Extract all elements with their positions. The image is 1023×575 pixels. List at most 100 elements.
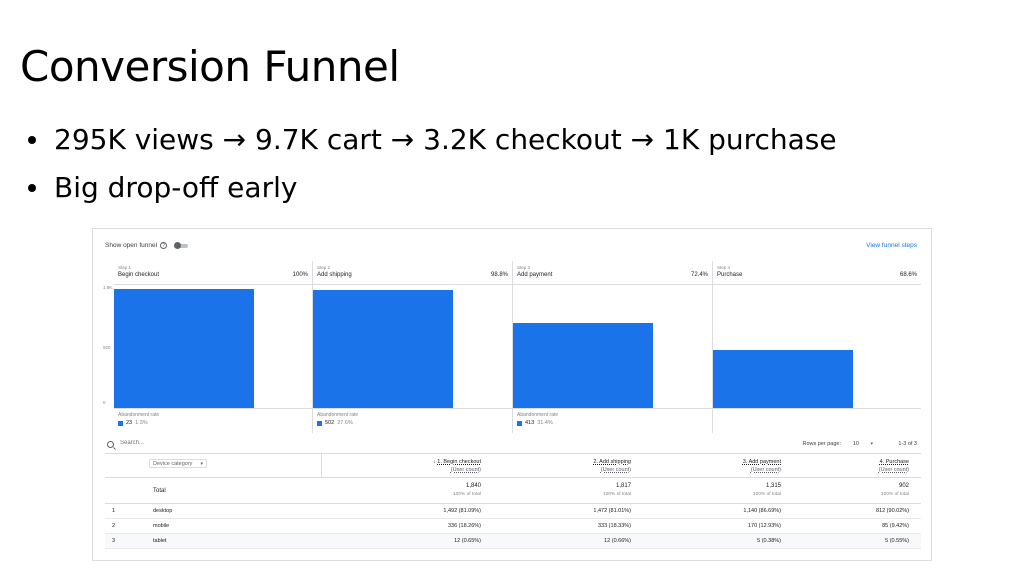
step-completion-rate: 100%	[292, 272, 308, 278]
dimension-select-label: Device category	[153, 461, 193, 467]
row-dimension: desktop	[153, 508, 173, 514]
total-value: 902	[898, 483, 909, 489]
y-tick-label: 920	[103, 345, 111, 350]
step-number: Step 1	[118, 265, 132, 270]
table-row[interactable]: 1 desktop 1,492 (81.09%) 1,472 (81.01%) …	[105, 504, 921, 519]
row-cell: 336 (18.26%)	[447, 523, 481, 529]
step-number: Step 3	[517, 265, 531, 270]
bullet-item: Big drop-off early	[20, 164, 837, 212]
column-title: 2. Add shipping	[593, 459, 631, 465]
row-cell: 85 (9.42%)	[882, 523, 909, 529]
y-axis: 1.9K 920 0	[103, 285, 113, 409]
total-value: 1,817	[615, 483, 631, 489]
view-funnel-steps-link[interactable]: View funnel steps	[866, 242, 917, 249]
abandonment-swatch	[517, 420, 522, 426]
step-name: Add shipping	[317, 272, 352, 278]
abandonment-swatch	[317, 420, 322, 426]
step-completion-rate: 68.6%	[899, 272, 917, 278]
table-toolbar: Rows per page: 10 ▾ 1-3 of 3	[105, 439, 921, 453]
column-title: 1. Begin checkout	[437, 459, 481, 465]
column-subtitle: (User count)	[600, 467, 631, 473]
total-percent: 100% of total	[752, 492, 781, 497]
row-cell: 1,492 (81.09%)	[443, 508, 481, 514]
step-plot	[513, 285, 712, 409]
rows-per-page-label: Rows per page:	[802, 441, 841, 447]
funnel-bar[interactable]	[513, 323, 653, 408]
step-name: Purchase	[717, 272, 743, 278]
table-row[interactable]: 3 tablet 12 (0.65%) 12 (0.66%) 5 (0.38%)…	[105, 534, 921, 549]
step-number: Step 2	[317, 265, 331, 270]
total-cell: 1,817 100% of total	[603, 483, 631, 497]
row-cell: 12 (0.65%)	[454, 538, 481, 544]
abandonment-rate: 31.4%	[537, 420, 553, 426]
total-value: 1,840	[465, 483, 481, 489]
y-tick-label: 0	[103, 400, 106, 405]
open-funnel-toggle[interactable]	[174, 242, 189, 249]
chevron-down-icon[interactable]: ▾	[870, 441, 873, 447]
step-completion-rate: 98.8%	[490, 272, 508, 278]
column-title: 3. Add payment	[742, 459, 781, 465]
column-subtitle: (User count)	[878, 467, 909, 473]
column-header-add-shipping[interactable]: 2. Add shipping (User count)	[593, 458, 631, 474]
step-completion-rate: 72.4%	[690, 272, 708, 278]
abandonment-info: Abandonment rate 413 31.4%	[517, 412, 558, 426]
table-total-row: Total 1,840 100% of total 1,817 100% of to…	[105, 478, 921, 504]
abandonment-count: 413	[525, 420, 535, 426]
toggle-knob	[174, 242, 182, 249]
open-funnel-label: Show open funnel	[105, 242, 158, 249]
column-subtitle: (User count)	[750, 467, 781, 473]
row-index: 2	[112, 523, 116, 529]
row-cell: 170 (12.93%)	[747, 523, 781, 529]
column-header-purchase[interactable]: 4. Purchase (User count)	[879, 458, 909, 474]
bullet-list: 295K views → 9.7K cart → 3.2K checkout →…	[20, 116, 837, 212]
abandonment-info: Abandonment rate 502 27.6%	[317, 412, 358, 426]
pagination-info: 1-3 of 3	[898, 441, 917, 447]
y-tick-label: 1.9K	[103, 285, 113, 290]
sort-arrow-icon: ↓	[432, 459, 436, 465]
table-row[interactable]: 2 mobile 336 (18.26%) 333 (18.33%) 170 (…	[105, 519, 921, 534]
funnel-step-3: Step 3 Add payment 72.4% Abandonment rat…	[512, 261, 712, 433]
abandonment-swatch	[118, 420, 123, 426]
help-icon[interactable]: ?	[160, 242, 168, 249]
funnel-step-4: Step 4 Purchase 68.6%	[712, 261, 921, 433]
total-percent: 100% of total	[602, 492, 631, 497]
step-name: Begin checkout	[118, 272, 160, 278]
funnel-bar[interactable]	[713, 350, 853, 408]
rows-per-page-select[interactable]: 10	[853, 441, 859, 447]
row-dimension: tablet	[153, 538, 167, 544]
step-name: Add payment	[517, 272, 553, 278]
funnel-bar[interactable]	[313, 290, 453, 408]
total-cell: 1,315 100% of total	[753, 483, 781, 497]
bullet-dot	[28, 184, 36, 192]
bullet-text: Big drop-off early	[54, 171, 298, 204]
row-index: 3	[112, 538, 116, 544]
row-cell: 333 (18.33%)	[597, 523, 631, 529]
row-cell: 1,472 (81.01%)	[593, 508, 631, 514]
dimension-select[interactable]: Device category ▾	[149, 459, 207, 468]
bullet-item: 295K views → 9.7K cart → 3.2K checkout →…	[20, 116, 837, 164]
row-cell: 1,140 (86.69%)	[743, 508, 781, 514]
bullet-dot	[28, 136, 36, 144]
row-cell: 5 (0.38%)	[757, 538, 781, 544]
step-number: Step 4	[717, 265, 731, 270]
funnel-bar[interactable]	[114, 289, 254, 408]
column-header-begin-checkout[interactable]: ↓ 1. Begin checkout (User count)	[433, 458, 481, 474]
abandonment-count: 23	[126, 420, 133, 426]
column-title: 4. Purchase	[879, 459, 909, 465]
total-label: Total	[153, 488, 166, 494]
abandonment-count: 502	[325, 420, 335, 426]
step-header: Step 3 Add payment 72.4%	[513, 261, 712, 285]
row-index: 1	[112, 508, 116, 514]
row-cell: 12 (0.66%)	[604, 538, 631, 544]
abandonment-label: Abandonment rate	[517, 412, 559, 418]
open-funnel-control: Show open funnel ?	[105, 242, 189, 249]
step-plot	[313, 285, 512, 409]
slide-title: Conversion Funnel	[20, 42, 400, 91]
bullet-text: 295K views → 9.7K cart → 3.2K checkout →…	[54, 123, 837, 156]
search-input[interactable]	[120, 440, 320, 446]
row-cell: 812 (90.02%)	[875, 508, 909, 514]
column-header-add-payment[interactable]: 3. Add payment (User count)	[743, 458, 781, 474]
abandonment-label: Abandonment rate	[317, 412, 359, 418]
step-header: Step 2 Add shipping 98.8%	[313, 261, 512, 285]
step-plot	[114, 285, 312, 409]
